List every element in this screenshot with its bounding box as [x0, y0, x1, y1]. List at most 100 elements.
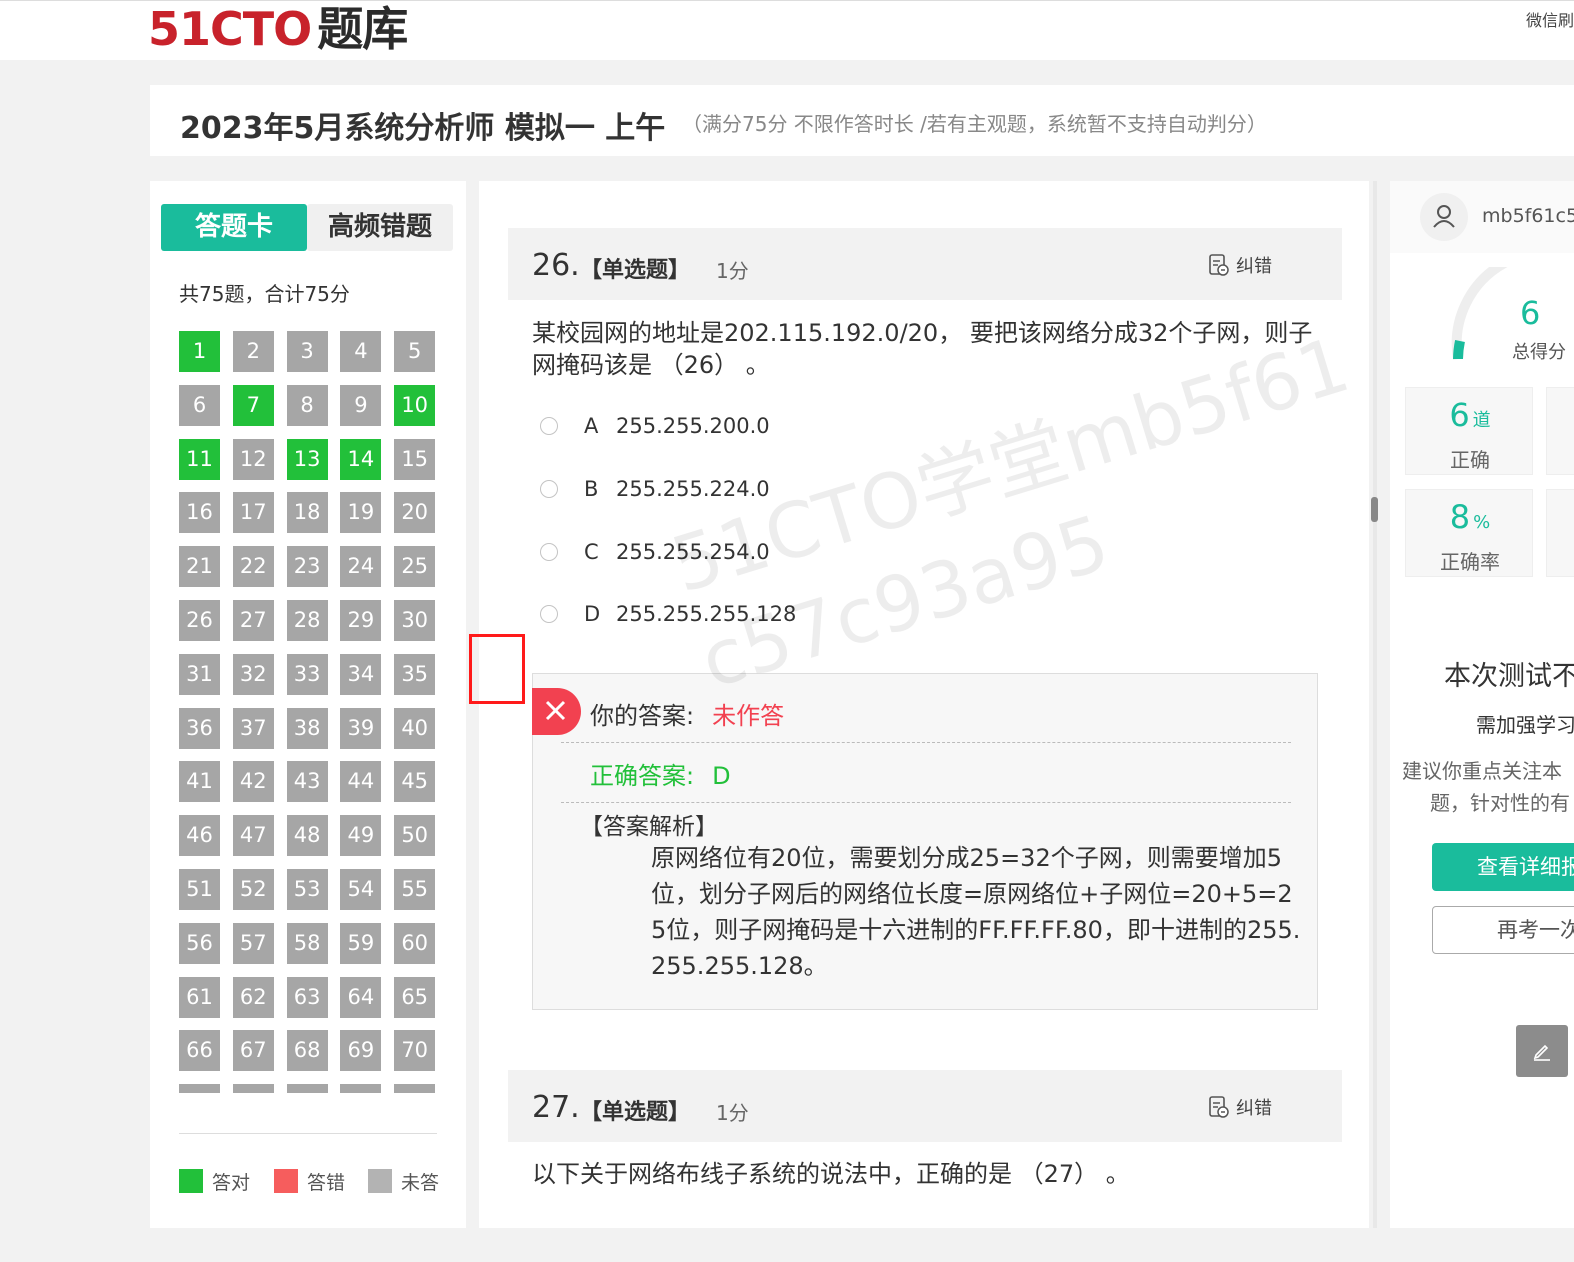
question-number-button[interactable]: 56	[179, 922, 220, 964]
question-number-button[interactable]: 48	[286, 815, 328, 857]
question-number-button[interactable]: 75	[394, 1084, 436, 1093]
question-number-button[interactable]: 2	[232, 331, 274, 372]
question-number-button[interactable]: 10	[394, 384, 436, 426]
question-number-button[interactable]: 54	[340, 869, 382, 910]
question-number-button[interactable]: 23	[286, 546, 328, 588]
question-number-button[interactable]: 38	[286, 707, 328, 749]
tab-answer-card[interactable]: 答题卡	[161, 204, 307, 251]
question-score: 1分	[716, 1101, 749, 1125]
question-number-button[interactable]: 19	[340, 492, 382, 534]
radio-button[interactable]	[540, 605, 558, 623]
question-number-button[interactable]: 13	[286, 438, 328, 480]
question-number-button[interactable]: 64	[340, 976, 382, 1018]
scrollbar-thumb[interactable]	[1371, 497, 1378, 522]
question-number-button[interactable]: 27	[232, 600, 274, 641]
question-number-button[interactable]: 18	[286, 492, 328, 534]
question-number-button[interactable]: 73	[286, 1084, 328, 1093]
question-number-button[interactable]: 45	[394, 761, 436, 803]
question-number-button[interactable]: 22	[232, 546, 274, 588]
question-number-button[interactable]: 41	[179, 761, 220, 803]
question-header: 27. 【单选题】 1分 纠错	[508, 1070, 1342, 1142]
question-number-button[interactable]: 51	[179, 869, 220, 910]
question-number-button[interactable]: 29	[340, 600, 382, 641]
question-number-button[interactable]: 58	[286, 922, 328, 964]
question-number-button[interactable]: 61	[179, 976, 220, 1018]
question-number-button[interactable]: 52	[232, 869, 274, 910]
option-b[interactable]: B 255.255.224.0	[540, 477, 770, 501]
question-number-button[interactable]: 25	[394, 546, 436, 588]
question-number-button[interactable]: 21	[179, 546, 220, 588]
question-number-button[interactable]: 50	[394, 815, 436, 857]
report-error-button[interactable]: 纠错	[1208, 1094, 1272, 1120]
question-number-button[interactable]: 63	[286, 976, 328, 1018]
question-number-button[interactable]: 70	[394, 1030, 436, 1072]
tab-frequent-errors[interactable]: 高频错题	[307, 204, 453, 251]
question-summary: 共75题，合计75分	[179, 282, 350, 306]
question-number-button[interactable]: 69	[340, 1030, 382, 1072]
question-number-button[interactable]: 5	[394, 331, 436, 372]
question-number-button[interactable]: 60	[394, 922, 436, 964]
question-number-button[interactable]: 12	[232, 438, 274, 480]
question-number-button[interactable]: 67	[232, 1030, 274, 1072]
question-panel: 26. 【单选题】 1分 纠错 某校园网的地址是202.115.192.0/20…	[479, 181, 1369, 1228]
question-number-button[interactable]: 1	[179, 331, 220, 372]
question-number-button[interactable]: 46	[179, 815, 220, 857]
question-number-button[interactable]: 66	[179, 1030, 220, 1072]
edit-button[interactable]	[1516, 1025, 1568, 1077]
option-d[interactable]: D 255.255.255.128	[540, 602, 796, 626]
question-number-button[interactable]: 26	[179, 600, 220, 641]
user-icon	[1433, 205, 1455, 228]
question-number-button[interactable]: 3	[286, 331, 328, 372]
radio-button[interactable]	[540, 480, 558, 498]
question-number-button[interactable]: 74	[340, 1084, 382, 1093]
question-number-button[interactable]: 35	[394, 653, 436, 695]
wrong-x-icon	[532, 688, 581, 735]
logo[interactable]: 51CTO 题库	[148, 0, 408, 59]
question-number-button[interactable]: 4	[340, 331, 382, 372]
question-number-button[interactable]: 62	[232, 976, 274, 1018]
question-number-button[interactable]: 17	[232, 492, 274, 534]
question-number-button[interactable]: 39	[340, 707, 382, 749]
question-number-button[interactable]: 68	[286, 1030, 328, 1072]
question-number-button[interactable]: 59	[340, 922, 382, 964]
question-number-button[interactable]: 44	[340, 761, 382, 803]
question-number-button[interactable]: 8	[286, 384, 328, 426]
question-number-button[interactable]: 31	[179, 653, 220, 695]
question-number-button[interactable]: 43	[286, 761, 328, 803]
question-number-button[interactable]: 33	[286, 653, 328, 695]
question-number-button[interactable]: 9	[340, 384, 382, 426]
scrollbar-track[interactable]	[1373, 181, 1377, 1228]
option-a[interactable]: A 255.255.200.0	[540, 414, 770, 438]
question-number-button[interactable]: 57	[232, 922, 274, 964]
retry-exam-button[interactable]: 再考一次	[1432, 906, 1574, 954]
question-number-button[interactable]: 42	[232, 761, 274, 803]
question-number-button[interactable]: 20	[394, 492, 436, 534]
question-number-button[interactable]: 34	[340, 653, 382, 695]
question-number-button[interactable]: 7	[232, 384, 274, 426]
wechat-practice-link[interactable]: 微信刷	[1526, 7, 1574, 31]
option-c[interactable]: C 255.255.254.0	[540, 540, 770, 564]
question-number-button[interactable]: 71	[179, 1084, 220, 1093]
question-number-button[interactable]: 55	[394, 869, 436, 910]
question-number-button[interactable]: 32	[232, 653, 274, 695]
question-number-button[interactable]: 14	[340, 438, 382, 480]
question-number-button[interactable]: 72	[232, 1084, 274, 1093]
question-number-button[interactable]: 6	[179, 384, 220, 426]
question-number-button[interactable]: 40	[394, 707, 436, 749]
question-number-button[interactable]: 47	[232, 815, 274, 857]
question-number-button[interactable]: 28	[286, 600, 328, 641]
view-report-button[interactable]: 查看详细报	[1432, 843, 1574, 891]
question-number-button[interactable]: 36	[179, 707, 220, 749]
radio-button[interactable]	[540, 543, 558, 561]
question-number-button[interactable]: 15	[394, 438, 436, 480]
question-number-button[interactable]: 37	[232, 707, 274, 749]
radio-button[interactable]	[540, 417, 558, 435]
question-number-button[interactable]: 11	[179, 438, 220, 480]
question-number-button[interactable]: 16	[179, 492, 220, 534]
report-error-button[interactable]: 纠错	[1208, 252, 1272, 278]
question-number-button[interactable]: 53	[286, 869, 328, 910]
question-number-button[interactable]: 49	[340, 815, 382, 857]
question-number-button[interactable]: 65	[394, 976, 436, 1018]
question-number-button[interactable]: 30	[394, 600, 436, 641]
question-number-button[interactable]: 24	[340, 546, 382, 588]
